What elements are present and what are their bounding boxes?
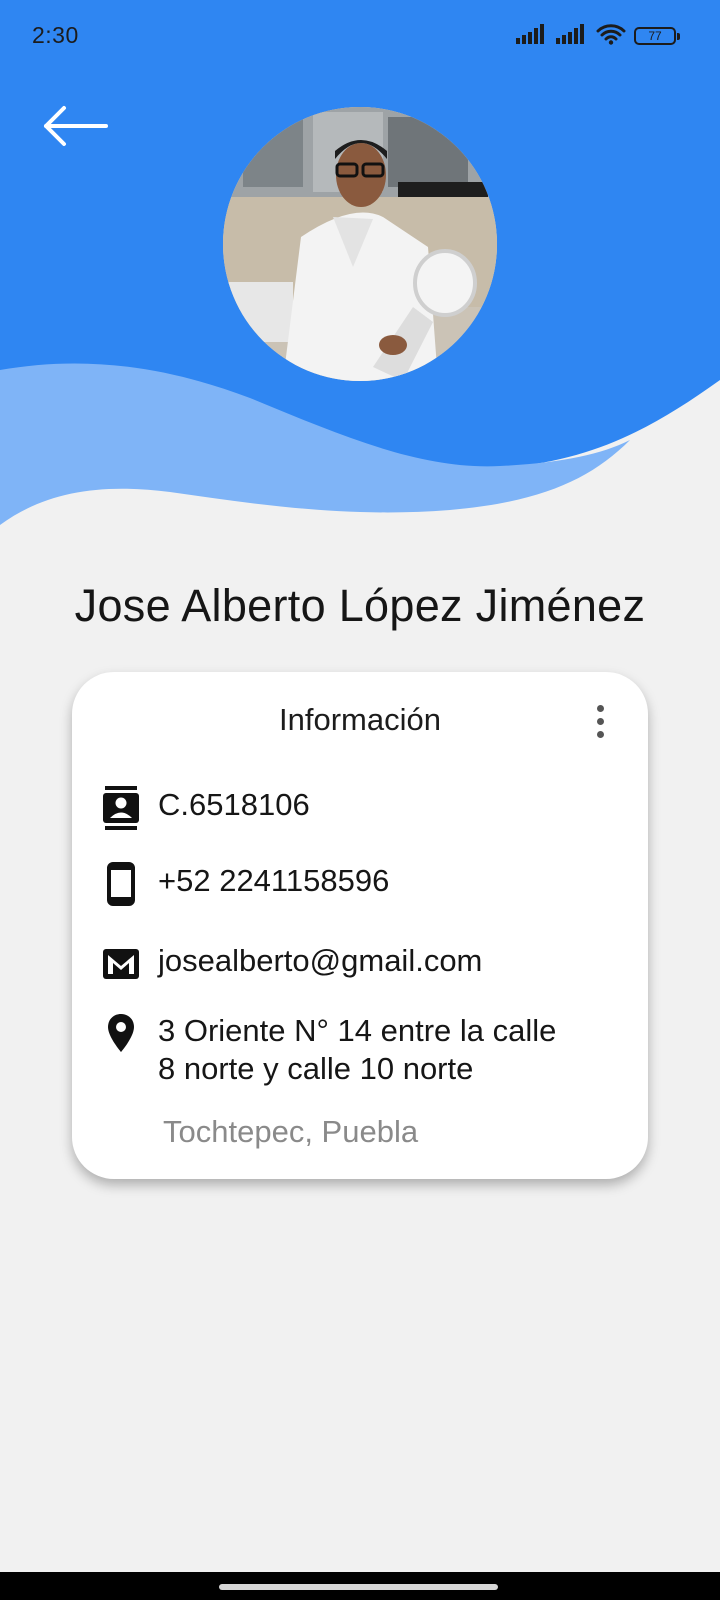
profile-name: Jose Alberto López Jiménez [74, 580, 646, 631]
profile-avatar [223, 107, 497, 381]
license-number: C.6518106 [158, 787, 310, 822]
smartphone-icon [102, 862, 140, 906]
address-city: Tochtepec, Puebla [163, 1114, 419, 1149]
email-row[interactable]: josealberto@gmail.com [102, 942, 482, 986]
status-bar: 2:30 77 [0, 0, 720, 74]
more-vert-icon [596, 704, 604, 712]
phone-row[interactable]: +52 2241158596 [102, 862, 389, 906]
more-options-button[interactable] [582, 696, 618, 746]
address-line-1: 3 Oriente N° 14 entre la calle [158, 1013, 557, 1048]
arrow-back-icon [40, 104, 108, 153]
address-row[interactable]: 3 Oriente N° 14 entre la calle 8 norte y… [102, 1012, 556, 1088]
address-line-2: 8 norte y calle 10 norte [158, 1051, 474, 1086]
address-text: 3 Oriente N° 14 entre la calle 8 norte y… [158, 1012, 556, 1088]
status-icons: 77 [516, 22, 680, 50]
home-gesture-handle[interactable] [219, 1584, 498, 1590]
info-card: Información [72, 672, 648, 1179]
battery-level: 77 [648, 29, 662, 43]
signal-icon [516, 23, 548, 49]
license-row: C.6518106 [102, 786, 310, 830]
mail-icon [102, 942, 140, 986]
contact-card-icon [102, 786, 140, 830]
wifi-icon [596, 23, 626, 50]
signal-icon [556, 23, 588, 49]
location-pin-icon [102, 1012, 140, 1056]
status-time: 2:30 [32, 22, 79, 48]
battery-icon: 77 [634, 27, 680, 45]
card-title: Información [279, 702, 441, 737]
profile-screen: 2:30 77 Jose Alberto López Jiménez Infor… [0, 0, 720, 1600]
phone-number: +52 2241158596 [158, 863, 390, 898]
email-address: josealberto@gmail.com [158, 943, 483, 978]
back-button[interactable] [36, 96, 112, 160]
